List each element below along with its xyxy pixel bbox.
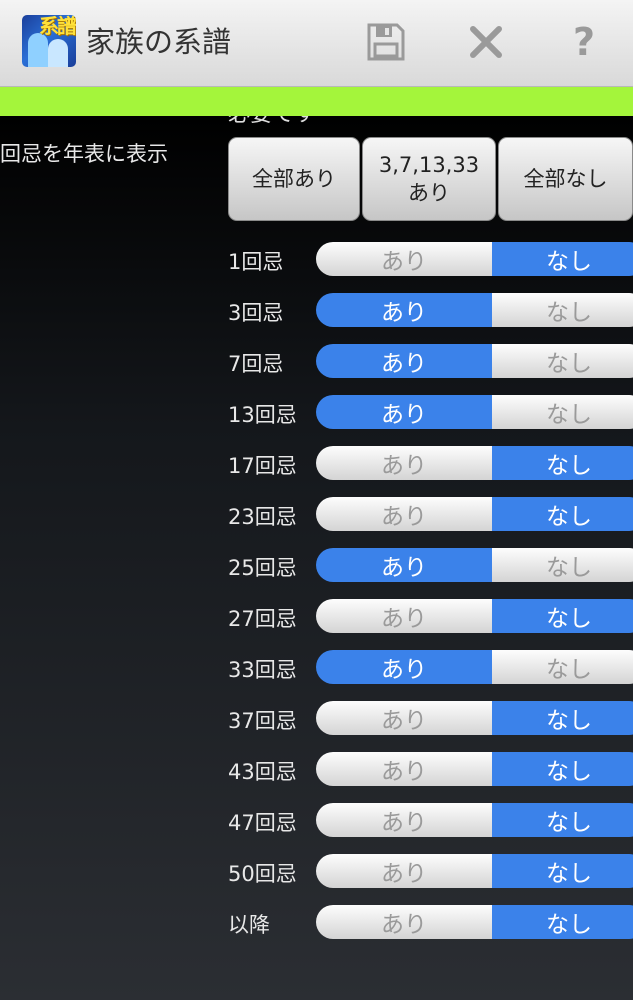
- memorial-row: 47回忌 あり なし: [0, 803, 633, 843]
- memorial-row: 27回忌 あり なし: [0, 599, 633, 639]
- memorial-row: 1回忌 あり なし: [0, 242, 633, 282]
- preset-3-7-13-33-button[interactable]: 3,7,13,33 あり: [362, 137, 496, 221]
- memorial-toggle[interactable]: あり なし: [316, 599, 633, 633]
- memorial-toggle[interactable]: あり なし: [316, 548, 633, 582]
- memorial-toggle[interactable]: あり なし: [316, 344, 633, 378]
- accent-bar: [0, 87, 633, 116]
- memorial-row: 37回忌 あり なし: [0, 701, 633, 741]
- toggle-off-option[interactable]: なし: [492, 854, 633, 888]
- toggle-on-option[interactable]: あり: [316, 293, 492, 327]
- memorial-row-label: 43回忌: [228, 760, 297, 784]
- toggle-off-option[interactable]: なし: [492, 650, 633, 684]
- memorial-row: 17回忌 あり なし: [0, 446, 633, 486]
- memorial-row-label: 1回忌: [228, 250, 284, 274]
- memorial-row: 3回忌 あり なし: [0, 293, 633, 333]
- memorial-row-label: 27回忌: [228, 607, 297, 631]
- memorial-toggle[interactable]: あり なし: [316, 242, 633, 276]
- memorial-toggle[interactable]: あり なし: [316, 701, 633, 735]
- toggle-off-option[interactable]: なし: [492, 293, 633, 327]
- toggle-on-option[interactable]: あり: [316, 650, 492, 684]
- memorial-toggle[interactable]: あり なし: [316, 854, 633, 888]
- app-logo-icon: 系譜: [22, 15, 76, 67]
- toggle-on-option[interactable]: あり: [316, 854, 492, 888]
- memorial-toggle[interactable]: あり なし: [316, 446, 633, 480]
- toggle-on-option[interactable]: あり: [316, 242, 492, 276]
- memorial-row-label: 17回忌: [228, 454, 297, 478]
- memorial-row-label: 33回忌: [228, 658, 297, 682]
- toggle-on-option[interactable]: あり: [316, 395, 492, 429]
- toggle-off-option[interactable]: なし: [492, 599, 633, 633]
- memorial-row-label: 13回忌: [228, 403, 297, 427]
- memorial-toggle[interactable]: あり なし: [316, 293, 633, 327]
- help-button[interactable]: ?: [560, 18, 608, 66]
- memorial-toggle[interactable]: あり なし: [316, 905, 633, 939]
- all-on-button[interactable]: 全部あり: [228, 137, 360, 221]
- toggle-on-option[interactable]: あり: [316, 701, 492, 735]
- toggle-on-option[interactable]: あり: [316, 497, 492, 531]
- toggle-off-option[interactable]: なし: [492, 242, 633, 276]
- toggle-on-option[interactable]: あり: [316, 599, 492, 633]
- action-bar: 系譜 家族の系譜 ?: [0, 0, 633, 87]
- memorial-row: 50回忌 あり なし: [0, 854, 633, 894]
- settings-content[interactable]: 必要です 回忌を年表に表示 全部あり 3,7,13,33 あり 全部なし 1回忌…: [0, 116, 633, 1000]
- memorial-row-label: 3回忌: [228, 301, 284, 325]
- toggle-off-option[interactable]: なし: [492, 701, 633, 735]
- memorial-row: 43回忌 あり なし: [0, 752, 633, 792]
- floppy-disk-icon: [367, 23, 405, 61]
- memorial-toggle[interactable]: あり なし: [316, 497, 633, 531]
- memorial-row-label: 7回忌: [228, 352, 284, 376]
- toggle-on-option[interactable]: あり: [316, 548, 492, 582]
- toggle-off-option[interactable]: なし: [492, 803, 633, 837]
- memorial-row: 33回忌 あり なし: [0, 650, 633, 690]
- close-button[interactable]: [462, 18, 510, 66]
- scrolled-text: 必要です: [228, 116, 316, 128]
- toggle-off-option[interactable]: なし: [492, 752, 633, 786]
- memorial-toggle[interactable]: あり なし: [316, 650, 633, 684]
- memorial-row: 7回忌 あり なし: [0, 344, 633, 384]
- save-button[interactable]: [362, 18, 410, 66]
- memorial-row: 以降 あり なし: [0, 905, 633, 945]
- memorial-row-label: 以降: [228, 913, 270, 937]
- toggle-on-option[interactable]: あり: [316, 752, 492, 786]
- memorial-toggle[interactable]: あり なし: [316, 752, 633, 786]
- memorial-row: 23回忌 あり なし: [0, 497, 633, 537]
- app-title: 家族の系譜: [86, 25, 232, 59]
- memorial-row-label: 47回忌: [228, 811, 297, 835]
- toggle-off-option[interactable]: なし: [492, 497, 633, 531]
- toggle-on-option[interactable]: あり: [316, 803, 492, 837]
- memorial-row-label: 23回忌: [228, 505, 297, 529]
- toggle-off-option[interactable]: なし: [492, 446, 633, 480]
- all-off-button[interactable]: 全部なし: [498, 137, 633, 221]
- toggle-off-option[interactable]: なし: [492, 905, 633, 939]
- toggle-off-option[interactable]: なし: [492, 548, 633, 582]
- toggle-on-option[interactable]: あり: [316, 344, 492, 378]
- toggle-off-option[interactable]: なし: [492, 344, 633, 378]
- toggle-on-option[interactable]: あり: [316, 905, 492, 939]
- memorial-row-label: 37回忌: [228, 709, 297, 733]
- question-mark-icon: ?: [572, 20, 596, 64]
- memorial-row-label: 50回忌: [228, 862, 297, 886]
- memorial-row: 25回忌 あり なし: [0, 548, 633, 588]
- person-silhouette-icon: [28, 33, 48, 67]
- memorial-row: 13回忌 あり なし: [0, 395, 633, 435]
- memorial-row-label: 25回忌: [228, 556, 297, 580]
- toggle-on-option[interactable]: あり: [316, 446, 492, 480]
- memorial-toggle[interactable]: あり なし: [316, 803, 633, 837]
- person-silhouette-icon: [48, 39, 68, 67]
- app-logo-text: 系譜: [39, 15, 76, 38]
- x-icon: [470, 26, 502, 58]
- toggle-off-option[interactable]: なし: [492, 395, 633, 429]
- memorial-toggle[interactable]: あり なし: [316, 395, 633, 429]
- memorial-setting-label: 回忌を年表に表示: [0, 142, 168, 166]
